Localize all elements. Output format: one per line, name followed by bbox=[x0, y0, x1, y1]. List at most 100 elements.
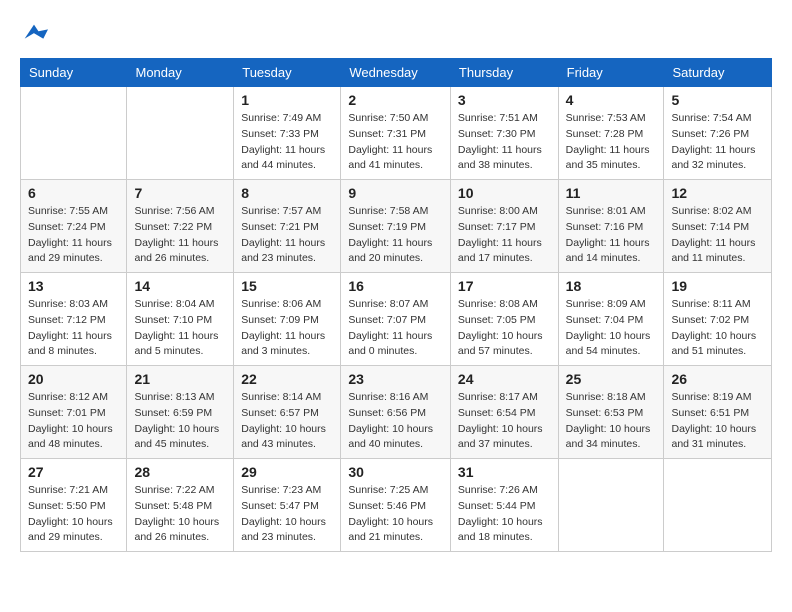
calendar-cell: 15 Sunrise: 8:06 AM Sunset: 7:09 PM Dayl… bbox=[234, 273, 341, 366]
daylight-text: Daylight: 11 hours and 41 minutes. bbox=[348, 143, 443, 175]
day-info: Sunrise: 7:57 AM Sunset: 7:21 PM Dayligh… bbox=[241, 204, 333, 267]
daylight-text: Daylight: 10 hours and 43 minutes. bbox=[241, 422, 333, 454]
daylight-text: Daylight: 10 hours and 37 minutes. bbox=[458, 422, 551, 454]
day-number: 14 bbox=[134, 278, 226, 294]
sunset-text: Sunset: 7:17 PM bbox=[458, 220, 551, 236]
day-number: 29 bbox=[241, 464, 333, 480]
calendar-cell bbox=[664, 459, 772, 552]
daylight-text: Daylight: 10 hours and 40 minutes. bbox=[348, 422, 443, 454]
day-of-week-header: Thursday bbox=[450, 59, 558, 87]
day-info: Sunrise: 8:09 AM Sunset: 7:04 PM Dayligh… bbox=[566, 297, 657, 360]
day-info: Sunrise: 8:07 AM Sunset: 7:07 PM Dayligh… bbox=[348, 297, 443, 360]
calendar-cell: 30 Sunrise: 7:25 AM Sunset: 5:46 PM Dayl… bbox=[341, 459, 451, 552]
calendar-cell: 14 Sunrise: 8:04 AM Sunset: 7:10 PM Dayl… bbox=[127, 273, 234, 366]
calendar-cell bbox=[127, 87, 234, 180]
sunrise-text: Sunrise: 7:21 AM bbox=[28, 483, 119, 499]
calendar-cell: 20 Sunrise: 8:12 AM Sunset: 7:01 PM Dayl… bbox=[21, 366, 127, 459]
day-number: 30 bbox=[348, 464, 443, 480]
sunrise-text: Sunrise: 7:57 AM bbox=[241, 204, 333, 220]
calendar-cell: 13 Sunrise: 8:03 AM Sunset: 7:12 PM Dayl… bbox=[21, 273, 127, 366]
sunrise-text: Sunrise: 8:02 AM bbox=[671, 204, 764, 220]
daylight-text: Daylight: 11 hours and 3 minutes. bbox=[241, 329, 333, 361]
calendar-week-row: 6 Sunrise: 7:55 AM Sunset: 7:24 PM Dayli… bbox=[21, 180, 772, 273]
logo-icon bbox=[20, 20, 48, 48]
sunset-text: Sunset: 6:57 PM bbox=[241, 406, 333, 422]
day-info: Sunrise: 7:58 AM Sunset: 7:19 PM Dayligh… bbox=[348, 204, 443, 267]
sunset-text: Sunset: 7:33 PM bbox=[241, 127, 333, 143]
daylight-text: Daylight: 10 hours and 45 minutes. bbox=[134, 422, 226, 454]
day-of-week-header: Sunday bbox=[21, 59, 127, 87]
sunrise-text: Sunrise: 7:58 AM bbox=[348, 204, 443, 220]
sunset-text: Sunset: 7:22 PM bbox=[134, 220, 226, 236]
daylight-text: Daylight: 10 hours and 21 minutes. bbox=[348, 515, 443, 547]
day-info: Sunrise: 8:08 AM Sunset: 7:05 PM Dayligh… bbox=[458, 297, 551, 360]
day-number: 25 bbox=[566, 371, 657, 387]
sunrise-text: Sunrise: 8:12 AM bbox=[28, 390, 119, 406]
day-info: Sunrise: 7:53 AM Sunset: 7:28 PM Dayligh… bbox=[566, 111, 657, 174]
day-info: Sunrise: 7:51 AM Sunset: 7:30 PM Dayligh… bbox=[458, 111, 551, 174]
calendar-week-row: 20 Sunrise: 8:12 AM Sunset: 7:01 PM Dayl… bbox=[21, 366, 772, 459]
sunset-text: Sunset: 7:30 PM bbox=[458, 127, 551, 143]
sunset-text: Sunset: 7:21 PM bbox=[241, 220, 333, 236]
day-info: Sunrise: 8:19 AM Sunset: 6:51 PM Dayligh… bbox=[671, 390, 764, 453]
day-info: Sunrise: 8:06 AM Sunset: 7:09 PM Dayligh… bbox=[241, 297, 333, 360]
sunrise-text: Sunrise: 8:08 AM bbox=[458, 297, 551, 313]
day-info: Sunrise: 7:50 AM Sunset: 7:31 PM Dayligh… bbox=[348, 111, 443, 174]
sunrise-text: Sunrise: 8:09 AM bbox=[566, 297, 657, 313]
calendar-cell: 2 Sunrise: 7:50 AM Sunset: 7:31 PM Dayli… bbox=[341, 87, 451, 180]
daylight-text: Daylight: 11 hours and 17 minutes. bbox=[458, 236, 551, 268]
daylight-text: Daylight: 11 hours and 8 minutes. bbox=[28, 329, 119, 361]
day-number: 24 bbox=[458, 371, 551, 387]
sunrise-text: Sunrise: 7:25 AM bbox=[348, 483, 443, 499]
day-info: Sunrise: 8:18 AM Sunset: 6:53 PM Dayligh… bbox=[566, 390, 657, 453]
day-number: 18 bbox=[566, 278, 657, 294]
day-info: Sunrise: 8:00 AM Sunset: 7:17 PM Dayligh… bbox=[458, 204, 551, 267]
calendar-cell: 22 Sunrise: 8:14 AM Sunset: 6:57 PM Dayl… bbox=[234, 366, 341, 459]
calendar-cell: 25 Sunrise: 8:18 AM Sunset: 6:53 PM Dayl… bbox=[558, 366, 664, 459]
calendar-week-row: 13 Sunrise: 8:03 AM Sunset: 7:12 PM Dayl… bbox=[21, 273, 772, 366]
sunrise-text: Sunrise: 8:18 AM bbox=[566, 390, 657, 406]
daylight-text: Daylight: 11 hours and 29 minutes. bbox=[28, 236, 119, 268]
day-number: 19 bbox=[671, 278, 764, 294]
sunrise-text: Sunrise: 7:49 AM bbox=[241, 111, 333, 127]
sunset-text: Sunset: 5:50 PM bbox=[28, 499, 119, 515]
sunset-text: Sunset: 7:14 PM bbox=[671, 220, 764, 236]
sunrise-text: Sunrise: 8:07 AM bbox=[348, 297, 443, 313]
sunrise-text: Sunrise: 8:11 AM bbox=[671, 297, 764, 313]
sunrise-text: Sunrise: 7:22 AM bbox=[134, 483, 226, 499]
day-of-week-header: Friday bbox=[558, 59, 664, 87]
sunset-text: Sunset: 6:51 PM bbox=[671, 406, 764, 422]
sunset-text: Sunset: 5:46 PM bbox=[348, 499, 443, 515]
logo bbox=[20, 20, 52, 48]
sunrise-text: Sunrise: 7:50 AM bbox=[348, 111, 443, 127]
daylight-text: Daylight: 10 hours and 54 minutes. bbox=[566, 329, 657, 361]
day-info: Sunrise: 7:54 AM Sunset: 7:26 PM Dayligh… bbox=[671, 111, 764, 174]
day-info: Sunrise: 7:56 AM Sunset: 7:22 PM Dayligh… bbox=[134, 204, 226, 267]
calendar-cell: 7 Sunrise: 7:56 AM Sunset: 7:22 PM Dayli… bbox=[127, 180, 234, 273]
sunrise-text: Sunrise: 7:23 AM bbox=[241, 483, 333, 499]
sunrise-text: Sunrise: 7:54 AM bbox=[671, 111, 764, 127]
day-info: Sunrise: 8:04 AM Sunset: 7:10 PM Dayligh… bbox=[134, 297, 226, 360]
calendar-cell bbox=[21, 87, 127, 180]
day-number: 10 bbox=[458, 185, 551, 201]
day-number: 4 bbox=[566, 92, 657, 108]
sunrise-text: Sunrise: 7:56 AM bbox=[134, 204, 226, 220]
day-number: 2 bbox=[348, 92, 443, 108]
day-info: Sunrise: 7:55 AM Sunset: 7:24 PM Dayligh… bbox=[28, 204, 119, 267]
daylight-text: Daylight: 11 hours and 0 minutes. bbox=[348, 329, 443, 361]
daylight-text: Daylight: 10 hours and 26 minutes. bbox=[134, 515, 226, 547]
daylight-text: Daylight: 10 hours and 51 minutes. bbox=[671, 329, 764, 361]
day-number: 27 bbox=[28, 464, 119, 480]
daylight-text: Daylight: 10 hours and 48 minutes. bbox=[28, 422, 119, 454]
day-info: Sunrise: 7:22 AM Sunset: 5:48 PM Dayligh… bbox=[134, 483, 226, 546]
sunset-text: Sunset: 7:01 PM bbox=[28, 406, 119, 422]
sunset-text: Sunset: 7:31 PM bbox=[348, 127, 443, 143]
day-number: 3 bbox=[458, 92, 551, 108]
sunrise-text: Sunrise: 8:04 AM bbox=[134, 297, 226, 313]
sunset-text: Sunset: 7:16 PM bbox=[566, 220, 657, 236]
day-info: Sunrise: 8:03 AM Sunset: 7:12 PM Dayligh… bbox=[28, 297, 119, 360]
sunrise-text: Sunrise: 8:17 AM bbox=[458, 390, 551, 406]
daylight-text: Daylight: 11 hours and 14 minutes. bbox=[566, 236, 657, 268]
calendar-cell: 28 Sunrise: 7:22 AM Sunset: 5:48 PM Dayl… bbox=[127, 459, 234, 552]
day-of-week-header: Monday bbox=[127, 59, 234, 87]
